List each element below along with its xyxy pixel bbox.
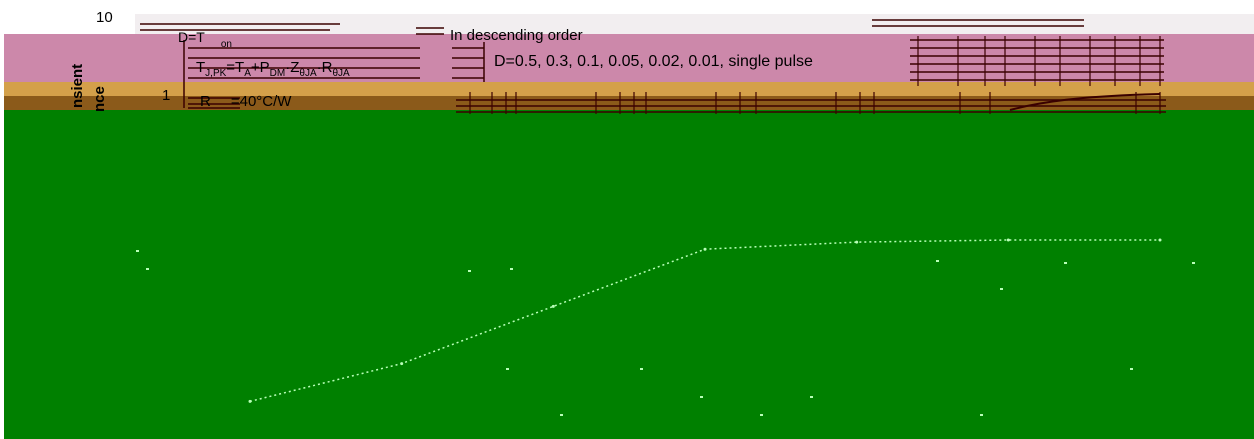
chart-canvas: 10 1 nsient nce D=T on TJ,PK=TA+PDM·ZθJA·… bbox=[0, 0, 1254, 439]
tan-band bbox=[4, 82, 1254, 96]
tj-plus-p: +P bbox=[251, 59, 270, 76]
legend-order-text: In descending order bbox=[450, 27, 583, 44]
header-light-strip bbox=[135, 14, 1254, 36]
tj-dot-z: ·Z bbox=[285, 59, 299, 76]
rtheta-r: R bbox=[200, 93, 211, 110]
series-point-0-2 bbox=[551, 304, 555, 308]
ylabel-fragment-2: nce bbox=[91, 86, 108, 112]
series-point-0-4 bbox=[855, 240, 859, 244]
tj-sub-theta-ja-2: θJA bbox=[332, 68, 350, 79]
tj-dot-r: ·R bbox=[317, 59, 333, 76]
tj-sub-jpk: J,PK bbox=[205, 68, 226, 79]
duty-definition-main: D=T bbox=[178, 29, 205, 45]
ylabel-fragment-1: nsient bbox=[69, 64, 86, 108]
plot-area bbox=[4, 110, 1254, 439]
y-tick-label-10: 10 bbox=[96, 9, 113, 26]
duty-values-text: D=0.5, 0.3, 0.1, 0.05, 0.02, 0.01, singl… bbox=[494, 53, 813, 70]
tj-t: T bbox=[196, 59, 205, 76]
tj-sub-dm: DM bbox=[270, 68, 286, 79]
duty-definition-sub: on bbox=[221, 39, 232, 50]
y-tick-label-1: 1 bbox=[162, 87, 170, 104]
tj-eq-ta: =T bbox=[226, 59, 244, 76]
series-point-0-1 bbox=[400, 362, 404, 366]
series-point-0-0 bbox=[248, 399, 252, 403]
series-point-0-3 bbox=[703, 247, 707, 251]
series-point-0-5 bbox=[1006, 238, 1010, 242]
tj-sub-theta-ja: θJA bbox=[299, 68, 317, 79]
rtheta-value: =40°C/W bbox=[231, 93, 292, 110]
series-point-0-6 bbox=[1158, 238, 1162, 242]
